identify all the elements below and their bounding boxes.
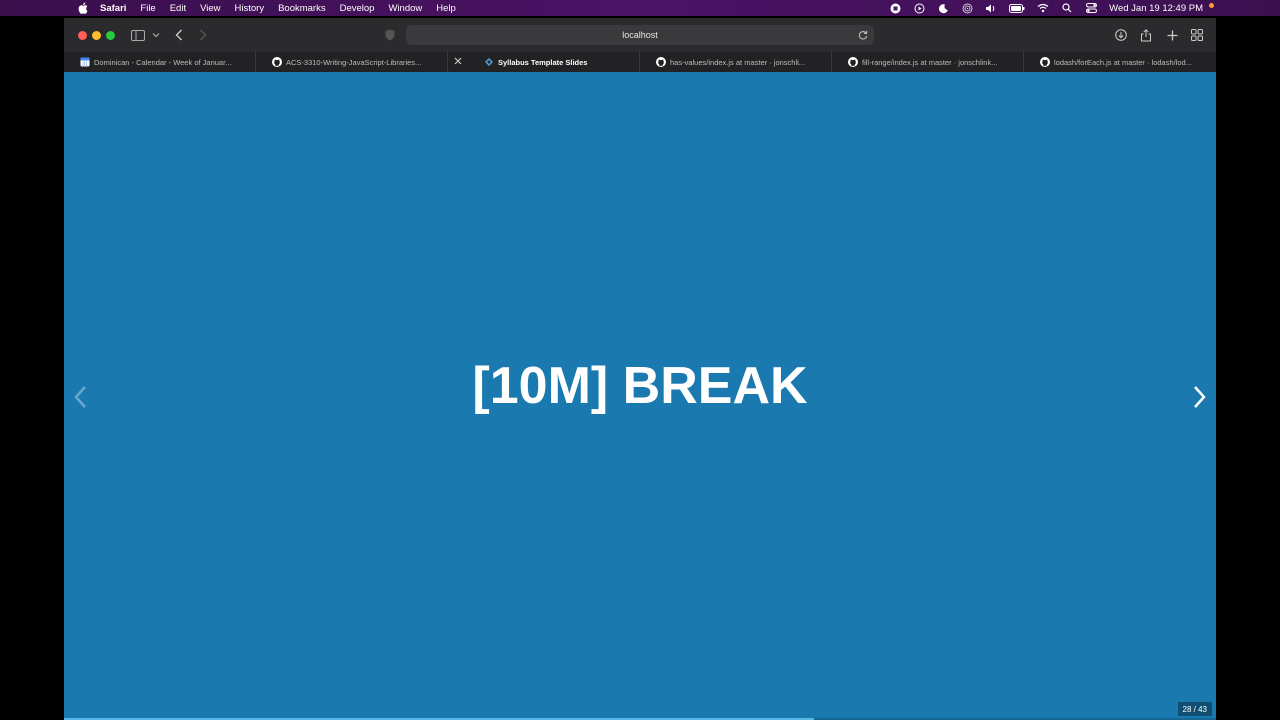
menu-develop[interactable]: Develop <box>340 3 375 14</box>
next-slide-icon[interactable] <box>1190 384 1210 410</box>
menu-safari[interactable]: Safari <box>100 3 126 14</box>
tab-has-values[interactable]: has-values/index.js at master · jonschli… <box>640 52 832 72</box>
airdrop-icon[interactable] <box>961 2 973 14</box>
tab-syllabus-slides[interactable]: Syllabus Template Slides <box>484 52 587 72</box>
tab-label: ACS-3310-Writing-JavaScript-Libraries... <box>286 57 422 67</box>
apple-icon[interactable] <box>76 1 90 15</box>
browser-window: localhost 31 Dominican - Calendar - Week… <box>64 18 1216 720</box>
tab-label: Syllabus Template Slides <box>498 57 588 67</box>
tab-bar: 31 Dominican - Calendar - Week of Januar… <box>64 52 1216 72</box>
menu-bookmarks[interactable]: Bookmarks <box>278 3 326 14</box>
menu-file[interactable]: File <box>140 3 155 14</box>
close-tab-icon[interactable] <box>453 56 463 66</box>
menu-history[interactable]: History <box>235 3 265 14</box>
battery-icon[interactable] <box>1009 2 1025 14</box>
address-text: localhost <box>622 30 658 40</box>
chevron-down-icon[interactable] <box>148 27 164 43</box>
slide-counter: 28 / 43 <box>1177 702 1212 716</box>
tab-calendar[interactable]: 31 Dominican - Calendar - Week of Januar… <box>64 52 256 72</box>
notification-dot <box>1209 2 1214 8</box>
tab-close-area: Syllabus Template Slides <box>448 52 640 72</box>
address-bar[interactable]: localhost <box>406 25 874 45</box>
menu-window[interactable]: Window <box>388 3 422 14</box>
tab-label: Dominican - Calendar - Week of Januar... <box>94 57 232 67</box>
menubar-clock[interactable]: Wed Jan 19 12:49 PM <box>1109 3 1203 14</box>
window-controls <box>78 30 120 40</box>
back-icon[interactable] <box>171 27 187 43</box>
tab-label: has-values/index.js at master · jonschli… <box>670 57 806 67</box>
menu-view[interactable]: View <box>200 3 220 14</box>
github-icon <box>656 57 666 67</box>
play-icon[interactable] <box>913 2 925 14</box>
github-icon <box>848 57 858 67</box>
forward-icon[interactable] <box>195 27 211 43</box>
downloads-icon[interactable] <box>1113 27 1129 43</box>
browser-toolbar: localhost <box>64 18 1216 52</box>
moon-icon[interactable] <box>937 2 949 14</box>
sidebar-toggle-icon[interactable] <box>130 27 146 43</box>
tab-label: fill-range/index.js at master · jonschli… <box>862 57 998 67</box>
reload-icon[interactable] <box>856 28 870 42</box>
calendar-icon: 31 <box>80 57 90 67</box>
control-center-icon[interactable] <box>1085 2 1097 14</box>
new-tab-icon[interactable] <box>1164 27 1180 43</box>
tab-label: lodash/forEach.js at master · lodash/lod… <box>1054 57 1192 67</box>
volume-icon[interactable] <box>985 2 997 14</box>
tab-fill-range[interactable]: fill-range/index.js at master · jonschli… <box>832 52 1024 72</box>
privacy-shield-icon[interactable] <box>382 27 398 43</box>
tab-lodash-foreach[interactable]: lodash/forEach.js at master · lodash/lod… <box>1024 52 1216 72</box>
tab-overview-icon[interactable] <box>1189 27 1205 43</box>
wifi-icon[interactable] <box>1037 2 1049 14</box>
menu-help[interactable]: Help <box>436 3 456 14</box>
menu-bar: Safari File Edit View History Bookmarks … <box>0 0 1280 16</box>
zoom-window-button[interactable] <box>106 30 115 40</box>
minimize-window-button[interactable] <box>92 30 101 40</box>
close-window-button[interactable] <box>78 30 87 40</box>
tab-acs-3310[interactable]: ACS-3310-Writing-JavaScript-Libraries... <box>256 52 448 72</box>
search-icon[interactable] <box>1061 2 1073 14</box>
slide-area[interactable]: [10M] BREAK 28 / 43 <box>64 72 1216 720</box>
github-icon <box>272 57 282 67</box>
slides-icon <box>484 57 494 67</box>
svg-text:31: 31 <box>82 62 88 67</box>
slide-title: [10M] BREAK <box>472 357 808 415</box>
screen-record-icon[interactable] <box>889 2 901 14</box>
share-icon[interactable] <box>1138 27 1154 43</box>
menu-edit[interactable]: Edit <box>170 3 186 14</box>
github-icon <box>1040 57 1050 67</box>
